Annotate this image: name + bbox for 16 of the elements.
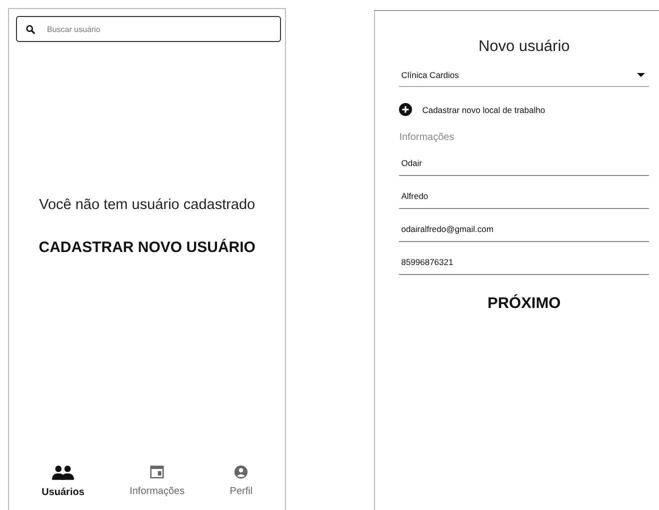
section-label: Informações	[399, 132, 456, 143]
caret-icon	[637, 73, 645, 77]
workplace-dropdown[interactable]: Clínica Cardios	[399, 70, 649, 87]
register-button[interactable]: CADASTRAR NOVO USUÁRIO	[38, 239, 256, 256]
nav-tab[interactable]: Perfil	[230, 465, 253, 498]
nav-tab[interactable]: Usuários	[42, 465, 84, 498]
calendar-icon	[150, 465, 164, 479]
next-button[interactable]: PRÓXIMO	[488, 295, 561, 313]
add-icon	[399, 103, 412, 116]
people-icon	[52, 465, 74, 480]
nav-tab[interactable]: Informações	[130, 465, 185, 498]
profile-icon	[234, 465, 248, 479]
empty-message: Você não tem usuário cadastrado	[39, 197, 256, 213]
add-workplace-link[interactable]: Cadastrar novo local de trabalho	[399, 103, 546, 116]
search-field[interactable]: Buscar usuário	[16, 16, 282, 42]
screen-title: Novo usuário	[477, 38, 571, 56]
